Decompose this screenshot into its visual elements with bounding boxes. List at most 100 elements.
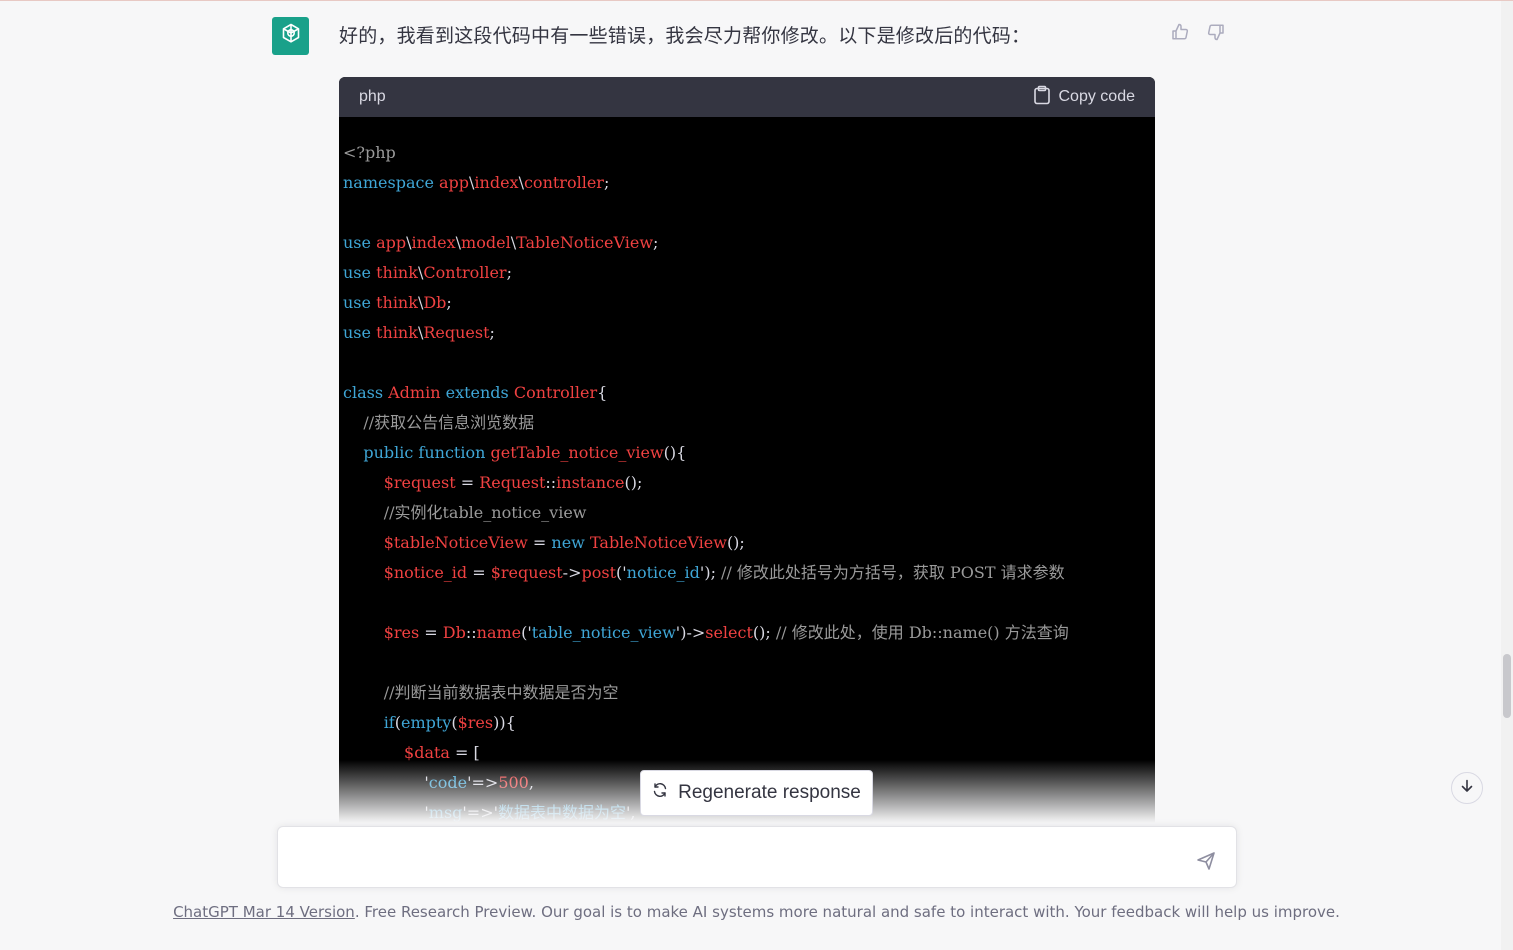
code-token: = <box>455 473 480 492</box>
code-token: <?php <box>343 143 396 162</box>
code-token: //获取公告信息浏览数据 <box>343 413 535 432</box>
code-token: (); <box>752 623 776 642</box>
thumbs-up-icon[interactable] <box>1170 22 1190 42</box>
code-token: function <box>418 443 491 462</box>
copy-code-button[interactable]: Copy code <box>1033 85 1135 110</box>
assistant-message-text: 好的，我看到这段代码中有一些错误，我会尽力帮你修改。以下是修改后的代码： <box>339 25 1031 47</box>
code-line: if(empty($res)){ <box>343 708 1155 738</box>
version-link[interactable]: ChatGPT Mar 14 Version <box>173 903 355 921</box>
code-token: = <box>419 623 443 642</box>
code-token: (); <box>624 473 643 492</box>
code-token: //实例化table_notice_view <box>343 503 587 522</box>
code-token: use <box>343 323 377 342</box>
code-token: class <box>343 383 389 402</box>
code-token: code <box>428 773 468 792</box>
code-token: ; <box>446 293 452 312</box>
code-line: namespace app\index\controller; <box>343 168 1155 198</box>
code-token: :: <box>465 623 477 642</box>
code-line: //实例化table_notice_view <box>343 498 1155 528</box>
code-block: php Copy code <?php namespace app\index\c… <box>339 77 1155 837</box>
regenerate-response-button[interactable]: Regenerate response <box>640 770 873 816</box>
code-token: '); <box>699 563 722 582</box>
code-token: ; <box>489 323 495 342</box>
code-token: name <box>476 623 522 642</box>
code-line: //判断当前数据表中数据是否为空 <box>343 678 1155 708</box>
code-line: //获取公告信息浏览数据 <box>343 408 1155 438</box>
code-token: '=> <box>467 773 499 792</box>
code-token: TableNoticeView <box>516 233 654 252</box>
scrollbar-track[interactable] <box>1501 1 1513 950</box>
code-token: use <box>343 263 377 282</box>
code-line: <?php <box>343 138 1155 168</box>
code-token: Controller <box>423 263 507 282</box>
code-token: // 修改此处括号为方括号，获取 POST 请求参数 <box>721 563 1065 582</box>
code-token: Controller <box>513 383 598 402</box>
code-header: php Copy code <box>339 77 1155 117</box>
code-line: public function getTable_notice_view(){ <box>343 438 1155 468</box>
code-token: :: <box>545 473 557 492</box>
code-token: $res <box>457 713 494 732</box>
code-token: index <box>474 173 519 192</box>
openai-logo-icon <box>278 21 304 52</box>
code-token: think <box>376 293 418 312</box>
code-token: instance <box>556 473 625 492</box>
clipboard-icon <box>1033 85 1051 110</box>
code-token: (' <box>521 623 532 642</box>
code-token: getTable_notice_view <box>490 443 664 462</box>
code-token: = <box>467 563 491 582</box>
regenerate-label: Regenerate response <box>678 782 861 803</box>
code-token: Admin <box>388 383 446 402</box>
send-icon[interactable] <box>1195 850 1217 872</box>
code-token: )){ <box>493 713 516 732</box>
code-line: $notice_id = $request->post('notice_id')… <box>343 558 1155 588</box>
code-line: class Admin extends Controller{ <box>343 378 1155 408</box>
code-token: $notice_id <box>343 563 468 582</box>
code-token: ', <box>626 803 636 822</box>
code-line: use think\Controller; <box>343 258 1155 288</box>
code-token: ; <box>653 233 659 252</box>
code-token: Request <box>423 323 490 342</box>
code-token: ')-> <box>675 623 706 642</box>
scrollbar-thumb[interactable] <box>1503 654 1511 718</box>
message-input-box <box>277 826 1237 888</box>
code-token: app <box>376 233 407 252</box>
code-token: model <box>461 233 511 252</box>
code-token: -> <box>562 563 582 582</box>
code-token: if <box>343 713 395 732</box>
footer-disclaimer: ChatGPT Mar 14 Version. Free Research Pr… <box>0 903 1513 921</box>
code-token: new <box>551 533 590 552</box>
thumbs-down-icon[interactable] <box>1206 22 1226 42</box>
code-token: ' <box>343 773 429 792</box>
code-token: select <box>705 623 753 642</box>
code-token: table_notice_view <box>531 623 676 642</box>
scroll-to-bottom-button[interactable] <box>1451 772 1483 804</box>
code-token: empty <box>400 713 452 732</box>
code-line: $tableNoticeView = new TableNoticeView()… <box>343 528 1155 558</box>
code-token: Db <box>442 623 466 642</box>
code-token: namespace <box>343 173 439 192</box>
code-token: think <box>376 323 418 342</box>
code-token: controller <box>523 173 604 192</box>
code-token: { <box>597 383 608 402</box>
code-content: <?php namespace app\index\controller; use … <box>339 117 1155 828</box>
code-line: use think\Request; <box>343 318 1155 348</box>
message-input[interactable] <box>294 845 1178 877</box>
code-token: ; <box>506 263 512 282</box>
code-token: = <box>527 533 552 552</box>
code-token: (); <box>726 533 745 552</box>
refresh-icon <box>652 782 668 804</box>
code-token: use <box>343 233 377 252</box>
code-token: think <box>376 263 418 282</box>
code-token: // 修改此处，使用 Db::name() 方法查询 <box>775 623 1069 642</box>
assistant-avatar <box>272 17 309 55</box>
code-token: Request <box>479 473 546 492</box>
code-token: $request <box>490 563 563 582</box>
feedback-buttons <box>1170 22 1226 42</box>
code-token: public <box>343 443 419 462</box>
code-line: $request = Request::instance(); <box>343 468 1155 498</box>
code-line: use think\Db; <box>343 288 1155 318</box>
code-token: notice_id <box>626 563 700 582</box>
code-token: ' <box>343 803 429 822</box>
